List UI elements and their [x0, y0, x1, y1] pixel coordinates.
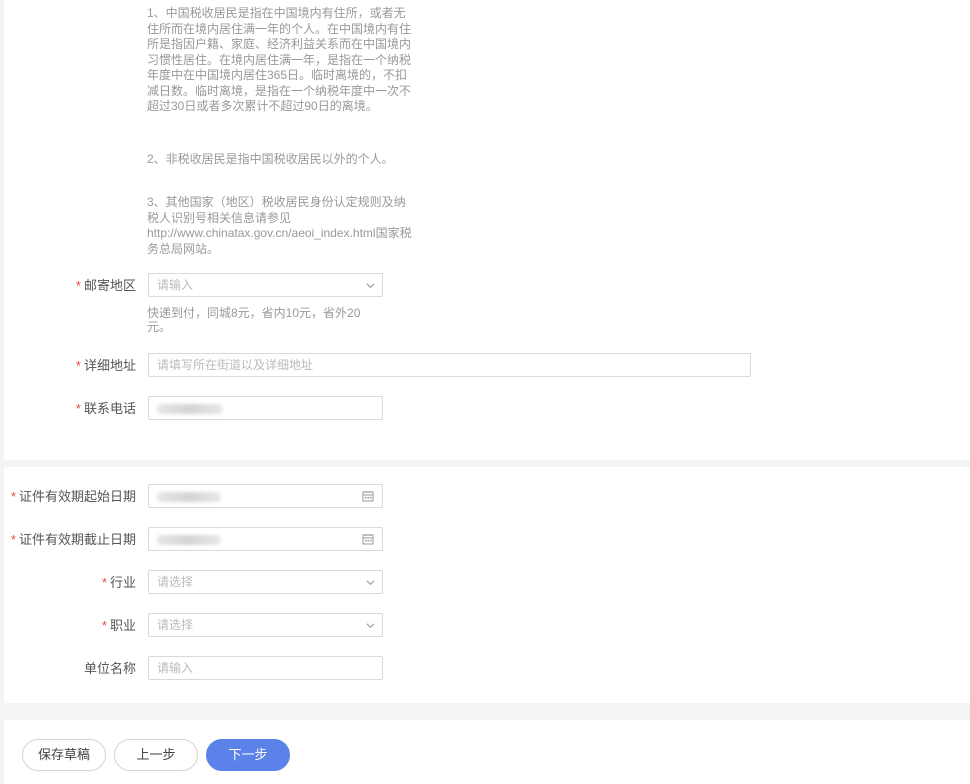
chevron-down-icon [366, 580, 375, 586]
mail-region-hint: 快递到付，同城8元，省内10元，省外20元。 [147, 306, 361, 334]
chevron-down-icon [366, 623, 375, 629]
occupation-select[interactable]: 请选择 [148, 613, 383, 637]
industry-label: * 行业 [101, 575, 136, 590]
phone-input[interactable] [148, 396, 383, 420]
industry-select[interactable]: 请选择 [148, 570, 383, 594]
id-start-date-picker[interactable] [148, 484, 383, 508]
id-end-date-label: * 证件有效期截止日期 [10, 532, 136, 547]
mail-region-label: * 邮寄地区 [75, 278, 136, 293]
tax-resident-note-3: 3、其他国家（地区）税收居民身份认定规则及纳税人识别号相关信息请参见http:/… [147, 195, 412, 256]
id-start-date-label: * 证件有效期起始日期 [10, 489, 136, 504]
masked-date-value [157, 491, 221, 502]
next-step-button[interactable]: 下一步 [206, 739, 290, 771]
mail-region-select[interactable]: 请输入 [148, 273, 383, 297]
masked-phone-value [157, 403, 223, 414]
prev-step-button[interactable]: 上一步 [114, 739, 198, 771]
employer-label: 单位名称 [83, 661, 136, 676]
employer-input[interactable]: 请输入 [148, 656, 383, 680]
save-draft-button[interactable]: 保存草稿 [22, 739, 106, 771]
tax-resident-note-2: 2、非税收居民是指中国税收居民以外的个人。 [147, 152, 394, 166]
occupation-label: * 职业 [101, 618, 136, 633]
calendar-icon [362, 491, 374, 502]
chevron-down-icon [366, 283, 375, 289]
tax-resident-note-1: 1、中国税收居民是指在中国境内有住所，或者无住所而在境内居住满一年的个人。在中国… [147, 6, 412, 113]
address-label: * 详细地址 [75, 358, 136, 373]
masked-date-value [157, 534, 221, 545]
phone-label: * 联系电话 [75, 401, 136, 416]
id-end-date-picker[interactable] [148, 527, 383, 551]
calendar-icon [362, 534, 374, 545]
address-input[interactable]: 请填写所在街道以及详细地址 [148, 353, 751, 377]
